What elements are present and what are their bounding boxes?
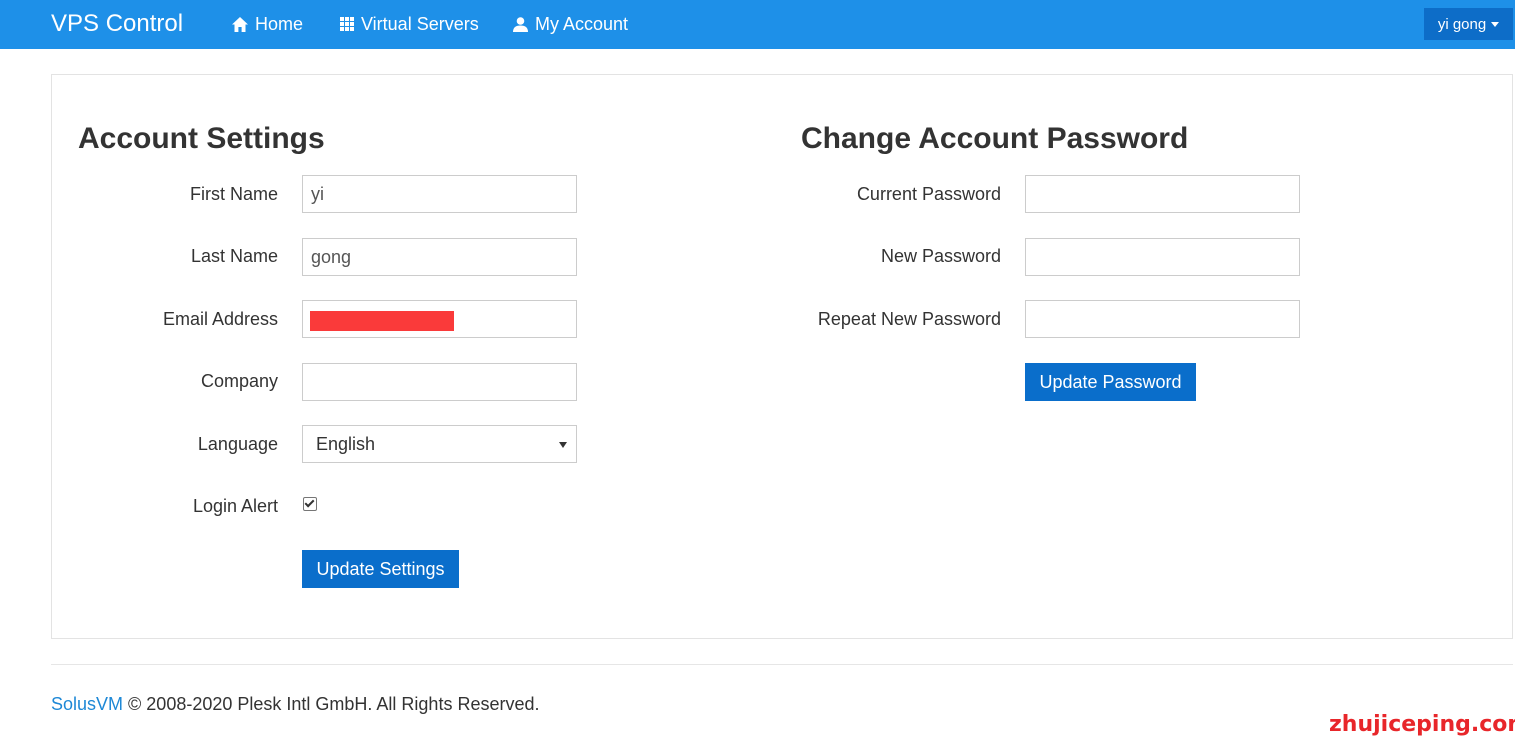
login-alert-label: Login Alert — [192, 496, 278, 516]
user-name: yi gong — [1437, 15, 1487, 33]
current-password-input[interactable] — [1025, 175, 1300, 213]
language-value: English — [316, 433, 376, 454]
footer: SolusVM © 2008-2020 Plesk Intl GmbH. All… — [51, 694, 539, 715]
nav-my-account[interactable]: My Account — [513, 13, 628, 35]
account-panel: Account Settings First Name Last Name Em… — [51, 74, 1513, 639]
solusvm-link[interactable]: SolusVM — [51, 694, 123, 714]
email-label: Email Address — [162, 309, 278, 329]
repeat-password-label: Repeat New Password — [817, 309, 1001, 329]
brand-logo[interactable]: VPS Control — [51, 10, 183, 38]
repeat-password-input[interactable] — [1025, 300, 1300, 338]
account-settings-title: Account Settings — [78, 122, 325, 155]
new-password-label: New Password — [880, 246, 1001, 266]
email-input[interactable] — [302, 300, 577, 338]
user-icon — [513, 16, 528, 32]
company-input[interactable] — [302, 363, 577, 401]
change-password-title: Change Account Password — [801, 122, 1189, 155]
email-redaction — [310, 311, 454, 331]
update-password-button[interactable]: Update Password — [1025, 363, 1196, 401]
caret-down-icon — [1491, 21, 1500, 27]
update-settings-button[interactable]: Update Settings — [302, 550, 459, 588]
new-password-input[interactable] — [1025, 238, 1300, 276]
company-label: Company — [200, 371, 278, 391]
nav-virtual-servers-label: Virtual Servers — [361, 13, 479, 34]
user-menu-button[interactable]: yi gong — [1424, 8, 1513, 40]
login-alert-checkbox[interactable] — [303, 497, 317, 511]
language-select[interactable]: English — [302, 425, 577, 463]
dropdown-arrow-icon — [559, 442, 567, 448]
top-navbar: VPS Control Home Virtual Servers My Acco… — [0, 0, 1515, 49]
grid-icon — [340, 17, 354, 31]
nav-home[interactable]: Home — [232, 13, 303, 35]
footer-divider — [51, 664, 1513, 665]
watermark: zhujiceping.com — [1329, 712, 1515, 737]
nav-my-account-label: My Account — [535, 13, 629, 34]
last-name-input[interactable] — [302, 238, 577, 276]
current-password-label: Current Password — [856, 184, 1001, 204]
first-name-input[interactable] — [302, 175, 577, 213]
last-name-label: Last Name — [190, 246, 278, 266]
first-name-label: First Name — [189, 184, 278, 204]
footer-copyright: © 2008-2020 Plesk Intl GmbH. All Rights … — [123, 694, 540, 714]
language-label: Language — [197, 434, 278, 454]
checkmark-icon — [304, 497, 315, 508]
nav-virtual-servers[interactable]: Virtual Servers — [340, 13, 479, 35]
home-icon — [232, 16, 248, 32]
nav-home-label: Home — [255, 13, 304, 34]
